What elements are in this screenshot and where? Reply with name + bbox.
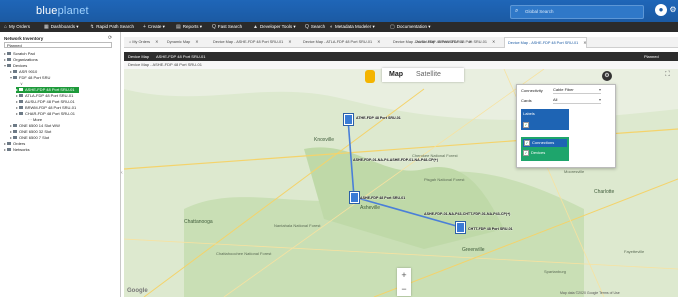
zoom-control: + − [397, 268, 411, 296]
close-icon[interactable]: ✕ [288, 40, 291, 44]
labels-title: Labels [523, 111, 535, 116]
connections-option[interactable]: ✓ Connections [523, 139, 567, 147]
map-label: Chattahoochee National Forest [216, 251, 272, 256]
header-label: Device Map [128, 54, 150, 59]
map-label: Knoxville [314, 137, 335, 143]
search-icon: ⌕ [515, 8, 519, 14]
link-label[interactable]: ASHE-FDP-01-NA-P43-CHTT-FDP-01-NA-P43-CP… [424, 212, 510, 216]
devices-option[interactable]: ✓ Devices [523, 150, 567, 156]
map-settings-panel: Connectivity Cable Fiber ▾ Cards All ▾ Lab… [516, 84, 616, 168]
zoom-out-button[interactable]: − [397, 282, 411, 296]
tab-device-map-brwm[interactable]: Device Map - BRWM-FDP 48 Port SRU-01 ✕ [412, 37, 495, 47]
close-icon[interactable]: ✕ [377, 40, 380, 44]
header-state: Planned [644, 54, 659, 59]
tab-device-map-ashe[interactable]: Device Map - ASHE-FDP 48 Port SRU-01 ✕ [210, 37, 291, 47]
settings-gear-icon[interactable]: ⚙ [602, 71, 612, 81]
map-type-control: Map Satellite [382, 68, 464, 82]
fullscreen-icon[interactable]: ⛶ [665, 71, 670, 79]
labels-checkbox[interactable]: ✓ [523, 122, 529, 128]
device-node[interactable] [344, 114, 353, 125]
labels-section: Labels ✓ [521, 109, 569, 130]
main-menu: ⌂ My Orders ▦ Dashboards ▾ ↯ Rapid Path Sea… [0, 22, 678, 32]
logo: blueplanet [36, 5, 89, 17]
menu-create[interactable]: + Create ▾ [143, 22, 165, 32]
menu-fast-search[interactable]: Q Fast Search [212, 22, 242, 32]
map-type-map[interactable]: Map [389, 70, 403, 80]
tab-bar: ⌂ My Orders ✕ Dynamic Map ✕ Device Map - A… [124, 37, 678, 48]
view-title: Device Map - ASHE-FDP 48 Port SRU-01 [128, 62, 202, 67]
refresh-icon[interactable]: ⟳ [108, 35, 112, 41]
device-node[interactable] [456, 222, 465, 233]
connectivity-label: Connectivity [521, 88, 543, 93]
tab-dynamic-map[interactable]: Dynamic Map ✕ [164, 37, 198, 47]
cards-label: Cards [521, 98, 532, 103]
brand-bar: blueplanet ⌕ Global Search ● ⚙ [0, 0, 678, 22]
menu-developer-tools[interactable]: ▲ Developer Tools ▾ [253, 22, 296, 32]
map-label: Greenville [462, 247, 485, 253]
map-label: Asheville [360, 205, 381, 211]
menu-my-orders[interactable]: ⌂ My Orders [4, 22, 30, 32]
gear-icon[interactable]: ⚙ [667, 4, 678, 16]
map-attribution: Map data ©2020 Google Terms of Use [560, 291, 620, 295]
tree-item[interactable]: ▸ CHAR-FDP 48 Port SRU-01 [16, 111, 75, 117]
tree-item[interactable]: ▸ Networks [4, 147, 30, 153]
device-node[interactable] [350, 192, 359, 203]
close-icon[interactable]: ✕ [155, 40, 158, 44]
menu-search[interactable]: Q Search [305, 22, 325, 32]
map-label: Fayetteville [624, 249, 645, 254]
map-label: Pisgah National Forest [424, 177, 465, 182]
tab-my-orders[interactable]: ⌂ My Orders ✕ [126, 37, 158, 47]
link-label[interactable]: ASHE-FDP-01-NA-P4-ASHE-FDP-01-NA-P48-CP(… [353, 158, 438, 162]
content-header: Device Map ASHE-FDP 48 Port SRU-01 Plann… [124, 52, 678, 61]
menu-metadata-modeler[interactable]: ◐ Metadata Modeler ▾ [330, 22, 375, 32]
tab-device-map-atla[interactable]: Device Map - ATLA-FDP 48 Port SRU-01 ✕ [300, 37, 380, 47]
cards-select[interactable]: All ▾ [553, 97, 601, 104]
map-label: Nantahala National Forest [274, 223, 321, 228]
display-options-section: ✓ Connections ✓ Devices [521, 137, 569, 161]
menu-rapid-path-search[interactable]: ↯ Rapid Path Search [90, 22, 134, 32]
global-search-input[interactable]: ⌕ Global Search [510, 5, 644, 19]
map-label: Chattanooga [184, 219, 213, 225]
street-view-pegman-icon[interactable] [365, 70, 375, 83]
zoom-in-button[interactable]: + [397, 268, 411, 282]
map-type-satellite[interactable]: Satellite [416, 70, 441, 80]
close-icon[interactable]: ✕ [583, 41, 586, 45]
node-label: CHTT-FDP 48 Port SRU-01 [468, 227, 513, 231]
node-label: ASHE-FDP 48 Port SRU-01 [360, 196, 406, 200]
map-label: Mooresville [564, 169, 585, 174]
connectivity-select[interactable]: Cable Fiber ▾ [553, 87, 601, 94]
user-icon[interactable]: ● [655, 4, 667, 16]
map-label: Spartanburg [544, 269, 567, 274]
close-icon[interactable]: ✕ [195, 40, 198, 44]
network-inventory-panel: Network Inventory ⟳ Planned ▸ Scratch Pad… [0, 32, 121, 297]
menu-documentation[interactable]: ▢ Documentation ▾ [390, 22, 431, 32]
panel-title: Network Inventory [4, 36, 44, 41]
menu-dashboards[interactable]: ▦ Dashboards ▾ [44, 22, 79, 32]
tree-item[interactable]: ▾ FDF 48 Port SRU [10, 75, 50, 81]
tab-device-map-ashe-active[interactable]: Device Map - ASHE-FDP 48 Port SRU-01 ✕ [504, 37, 588, 48]
state-select[interactable]: Planned [4, 42, 112, 48]
node-label: ATHE-FDP 48 Port SRU-01 [356, 116, 401, 120]
menu-reports[interactable]: ▤ Reports ▾ [176, 22, 202, 32]
header-title: ASHE-FDP 48 Port SRU-01 [156, 54, 206, 59]
google-logo: Google [127, 288, 148, 294]
map-label: Charlotte [594, 189, 615, 195]
close-icon[interactable]: ✕ [492, 40, 495, 44]
